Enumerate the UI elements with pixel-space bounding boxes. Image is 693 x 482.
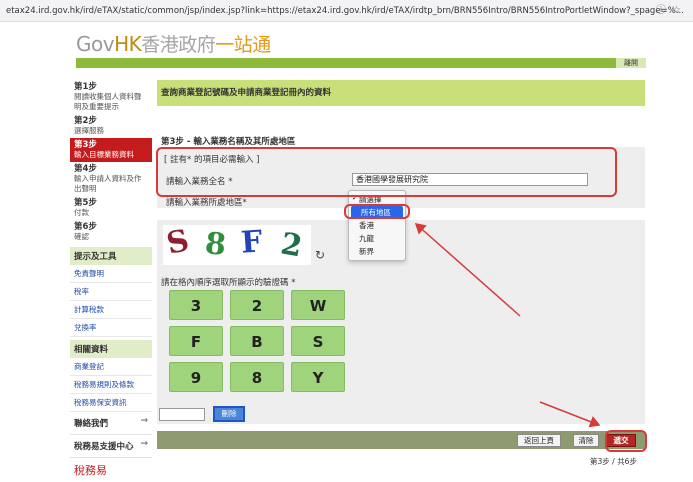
- captcha-char: S: [163, 225, 193, 262]
- keypad-key[interactable]: 8: [230, 362, 284, 392]
- captcha-char: 2: [278, 226, 305, 265]
- tools-list: 免責聲明 稅率 計算稅款 兌換率: [70, 265, 152, 337]
- page-title: 查詢商業登記號碼及申請商業登記冊內的資料: [157, 80, 645, 106]
- arrow-right-icon: →: [140, 439, 148, 449]
- sidebar-step-1[interactable]: 第1步 閱讀收集個人資料聲明及重要提示: [70, 80, 152, 114]
- sidebar-step-3[interactable]: 第3步 輸入目標業務資料: [70, 138, 152, 162]
- region-option[interactable]: ✓ 請選擇: [349, 193, 405, 206]
- support-label: 稅務易支援中心: [74, 442, 134, 452]
- back-button[interactable]: 返回上頁: [517, 434, 561, 447]
- region-option[interactable]: 新界: [349, 245, 405, 258]
- keypad-key[interactable]: Y: [291, 362, 345, 392]
- step-label: 付款: [74, 208, 89, 217]
- sidebar-step-2[interactable]: 第2步 選擇服務: [70, 114, 152, 138]
- business-name-label: 請輸入業務全名 *: [166, 177, 233, 187]
- required-note: [ 註有* 的項目必需輸入 ]: [164, 155, 260, 165]
- top-green-bar: 離開: [76, 58, 646, 68]
- region-option[interactable]: 香港: [349, 219, 405, 232]
- keypad-key[interactable]: S: [291, 326, 345, 356]
- step-number: 第1步: [74, 82, 97, 92]
- step-list: 第1步 閱讀收集個人資料聲明及重要提示 第2步 選擇服務 第3步 輸入目標業務資料 第4步輸…: [70, 80, 152, 244]
- contact-label: 聯絡我們: [74, 419, 109, 429]
- url-text: etax24.ird.gov.hk/ird/eTAX/static/common…: [6, 6, 684, 16]
- action-bar: 返回上頁 清除 遞交: [157, 431, 645, 449]
- region-option-label: 九龍: [359, 234, 374, 243]
- logo-gov-text: Gov: [76, 32, 115, 56]
- related-list: 商業登記 稅務易規則及條款 稅務易保安資訊: [70, 358, 152, 412]
- main-content: 查詢商業登記號碼及申請商業登記冊內的資料 第3步 - 輸入業務名稱及其所處地區 …: [157, 80, 645, 449]
- step-number: 第2步: [74, 116, 97, 126]
- captcha-char: 8: [203, 226, 228, 263]
- logo-zh2-text: 一站通: [215, 34, 271, 56]
- region-option-label: 新界: [359, 247, 374, 256]
- tool-link[interactable]: 計算稅款: [70, 301, 152, 319]
- captcha-image: S 8 F 2: [163, 225, 311, 265]
- check-icon: ✓: [352, 194, 358, 202]
- captcha-keypad: 32W FBS 98Y: [169, 290, 345, 392]
- step-number: 第5步: [74, 198, 97, 208]
- related-link[interactable]: 商業登記: [70, 358, 152, 376]
- keypad-key[interactable]: 3: [169, 290, 223, 320]
- refresh-icon[interactable]: ↻: [315, 248, 325, 262]
- step-label: 確認: [74, 232, 89, 241]
- address-bar[interactable]: etax24.ird.gov.hk/ird/eTAX/static/common…: [0, 0, 693, 22]
- region-option-label: 請選擇: [359, 195, 382, 204]
- sidebar: 第1步 閱讀收集個人資料聲明及重要提示 第2步 選擇服務 第3步 輸入目標業務資料 第4步輸…: [70, 80, 152, 482]
- step-number: 第6步: [74, 222, 97, 232]
- clear-button[interactable]: 清除: [573, 434, 599, 447]
- related-heading: 相關資料: [70, 340, 152, 358]
- step-label: 輸入申請人資料及作出聲明: [74, 174, 142, 193]
- bookmark-icon[interactable]: ☆: [672, 5, 687, 16]
- logo-hk-text: HK: [114, 32, 142, 56]
- region-option[interactable]: 所有地區: [351, 206, 403, 219]
- region-dropdown[interactable]: ✓ 請選擇所有地區香港九龍新界: [348, 190, 406, 261]
- support-center-link[interactable]: 稅務易支援中心 →: [70, 435, 152, 458]
- step-title: 第3步 - 輸入業務名稱及其所處地區: [161, 137, 296, 147]
- delete-button[interactable]: 刪除: [213, 406, 245, 422]
- keypad-key[interactable]: B: [230, 326, 284, 356]
- sidebar-step-4[interactable]: 第4步 輸入申請人資料及作出聲明: [70, 162, 152, 196]
- sidebar-step-5[interactable]: 第5步 付款: [70, 196, 152, 220]
- logo-zh-text: 香港政府: [141, 34, 216, 56]
- tool-link[interactable]: 免責聲明: [70, 265, 152, 283]
- related-link[interactable]: 稅務易規則及條款: [70, 376, 152, 394]
- contact-us-link[interactable]: 聯絡我們 →: [70, 412, 152, 435]
- info-icon[interactable]: ⓘ: [656, 5, 672, 16]
- page-indicator: 第3步 / 共6步: [590, 457, 637, 466]
- step-number: 第3步: [74, 140, 97, 150]
- business-name-input[interactable]: 香港國學發展研究院: [352, 173, 588, 186]
- keypad-key[interactable]: F: [169, 326, 223, 356]
- sidebar-step-6[interactable]: 第6步 確認: [70, 220, 152, 244]
- tools-heading: 提示及工具: [70, 247, 152, 265]
- region-option[interactable]: 九龍: [349, 232, 405, 245]
- captcha-code-input[interactable]: [159, 408, 205, 421]
- region-label: 請輸入業務所處地區*: [166, 198, 247, 208]
- region-option-label: 所有地區: [361, 208, 391, 217]
- browser-actions: ⓘ☆: [656, 0, 687, 21]
- etax-logo[interactable]: 稅務易: [70, 458, 152, 482]
- tool-link[interactable]: 稅率: [70, 283, 152, 301]
- step-number: 第4步: [74, 164, 97, 174]
- keypad-key[interactable]: 2: [230, 290, 284, 320]
- keypad-key[interactable]: 9: [169, 362, 223, 392]
- govhk-logo[interactable]: GovHK香港政府一站通: [76, 30, 271, 57]
- related-link[interactable]: 稅務易保安資訊: [70, 394, 152, 412]
- tool-link[interactable]: 兌換率: [70, 319, 152, 337]
- arrow-right-icon: →: [140, 416, 148, 426]
- submit-button[interactable]: 遞交: [606, 434, 636, 447]
- step-label: 輸入目標業務資料: [74, 150, 134, 159]
- captcha-instruction: 請在格內順序選取所顯示的驗證碼 *: [161, 278, 296, 288]
- region-option-label: 香港: [359, 221, 374, 230]
- step-label: 閱讀收集個人資料聲明及重要提示: [74, 92, 142, 111]
- step-label: 選擇服務: [74, 126, 104, 135]
- logout-button[interactable]: 離開: [616, 58, 646, 68]
- captcha-char: F: [239, 225, 264, 261]
- keypad-key[interactable]: W: [291, 290, 345, 320]
